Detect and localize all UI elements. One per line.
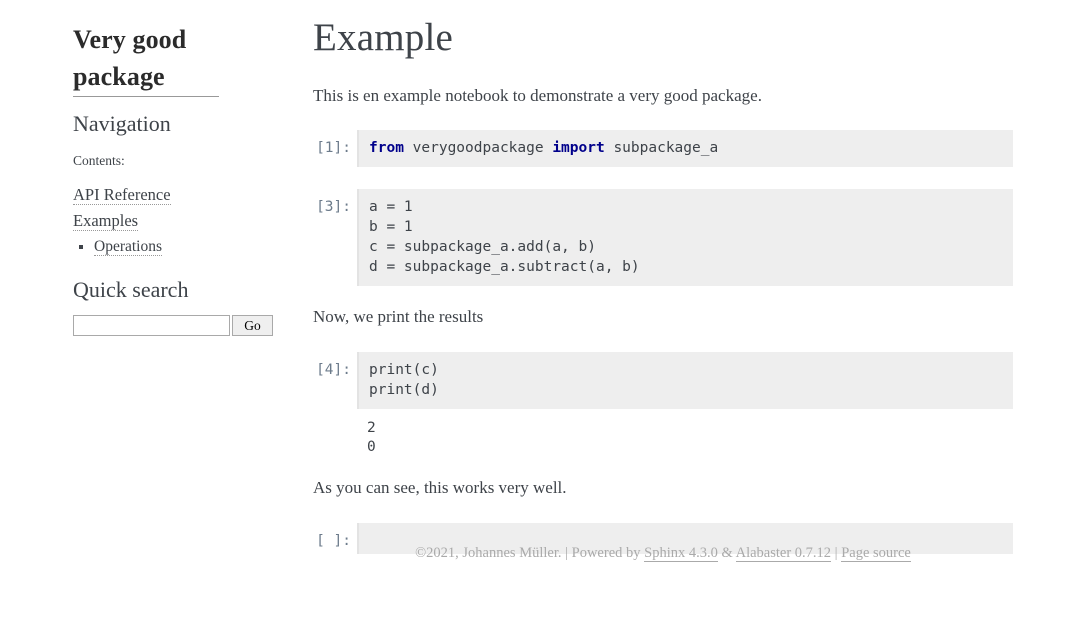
footer-ampersand: & <box>721 545 733 561</box>
mid-paragraph: Now, we print the results <box>313 307 484 327</box>
contents-label: Contents: <box>73 153 125 169</box>
cell-prompt: [4]: <box>316 361 351 378</box>
footer-link-alabaster[interactable]: Alabaster 0.7.12 <box>735 545 832 562</box>
search-form: Go <box>73 314 273 336</box>
toc-item-examples: Examples Operations <box>73 209 283 258</box>
documentation-page: Very good package Navigation Contents: AP… <box>0 0 1077 617</box>
code-token-plain: subpackage_a <box>604 140 719 157</box>
notebook-cell: [1]: from verygoodpackage import subpack… <box>313 130 1013 168</box>
output-text: 2 0 <box>367 419 376 455</box>
cell-prompt: [3]: <box>316 199 351 216</box>
cell-input-area[interactable]: a = 1 b = 1 c = subpackage_a.add(a, b) d… <box>357 189 1013 287</box>
cell-code: print(c) print(d) <box>369 361 439 398</box>
logo-line-2: package <box>73 59 192 97</box>
notebook-output: 2 0 <box>313 419 1013 457</box>
logo-line-1: Very good <box>73 25 187 54</box>
toc-link-operations[interactable]: Operations <box>94 238 163 257</box>
cell-input-area[interactable]: print(c) print(d) <box>357 351 1013 409</box>
page-title: Example <box>313 16 454 59</box>
cell-prompt: [1]: <box>316 140 351 157</box>
toc-sublist-examples: Operations <box>73 235 283 258</box>
quick-search-heading: Quick search <box>73 277 189 303</box>
footer: ©2021, Johannes Müller. | Powered by Sph… <box>313 545 1013 562</box>
cell-code: from verygoodpackage import subpackage_a <box>369 138 1003 158</box>
navigation-heading: Navigation <box>73 110 171 136</box>
code-token-keyword: import <box>552 140 605 157</box>
footer-link-sphinx[interactable]: Sphinx 4.3.0 <box>644 545 718 562</box>
end-paragraph: As you can see, this works very well. <box>313 477 567 497</box>
toc-item-operations: Operations <box>94 235 283 258</box>
code-token-keyword: from <box>369 140 404 157</box>
code-token-plain: verygoodpackage <box>403 140 553 157</box>
footer-copyright: ©2021, Johannes Müller. <box>415 545 562 561</box>
footer-link-page-source[interactable]: Page source <box>841 545 911 562</box>
sidebar: Very good package Navigation Contents: AP… <box>73 22 283 336</box>
notebook-cell: [3]: a = 1 b = 1 c = subpackage_a.add(a,… <box>313 189 1013 287</box>
footer-powered-by-label: Powered by <box>571 545 641 561</box>
sidebar-logo-link[interactable]: Very good package <box>73 22 219 97</box>
search-go-button[interactable]: Go <box>232 314 273 336</box>
footer-separator: | <box>834 545 838 561</box>
notebook-cell: [4]: print(c) print(d) <box>313 351 1013 409</box>
cell-input-area[interactable]: from verygoodpackage import subpackage_a <box>357 130 1013 168</box>
toc-link-api-reference[interactable]: API Reference <box>73 184 171 205</box>
search-input[interactable] <box>73 314 230 336</box>
footer-separator: | <box>565 545 569 561</box>
output-area: 2 0 <box>357 419 1013 457</box>
toc-list: API Reference Examples Operations <box>73 183 283 259</box>
toc-link-examples[interactable]: Examples <box>73 211 139 232</box>
main-content: Example This is en example notebook to d… <box>313 12 1013 554</box>
cell-code: a = 1 b = 1 c = subpackage_a.add(a, b) d… <box>369 199 640 276</box>
intro-paragraph: This is en example notebook to demonstra… <box>313 85 762 105</box>
toc-item-api-reference: API Reference <box>73 183 283 208</box>
